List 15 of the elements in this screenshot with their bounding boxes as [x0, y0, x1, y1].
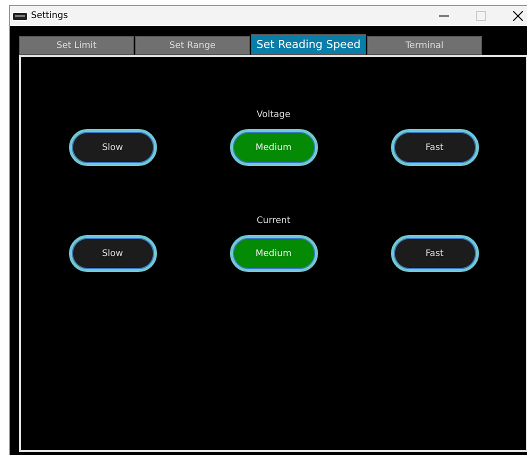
speed-button[interactable]: Slow — [68, 129, 156, 166]
group-label: Current — [256, 216, 290, 226]
speed-button[interactable]: Fast — [390, 235, 478, 272]
speed-button[interactable]: Fast — [390, 129, 478, 166]
app-icon — [13, 12, 27, 20]
close-icon[interactable] — [513, 11, 523, 21]
tab[interactable]: Set Limit — [19, 36, 134, 55]
group-label: Voltage — [256, 110, 290, 120]
speed-button[interactable]: Medium — [230, 129, 318, 166]
speed-button[interactable]: Medium — [230, 235, 318, 272]
tab[interactable]: Set Reading Speed — [251, 34, 366, 55]
speed-button[interactable]: Slow — [68, 235, 156, 272]
tab[interactable]: Set Range — [135, 36, 250, 55]
tab[interactable]: Terminal — [367, 36, 482, 55]
window-title: Settings — [31, 11, 68, 21]
